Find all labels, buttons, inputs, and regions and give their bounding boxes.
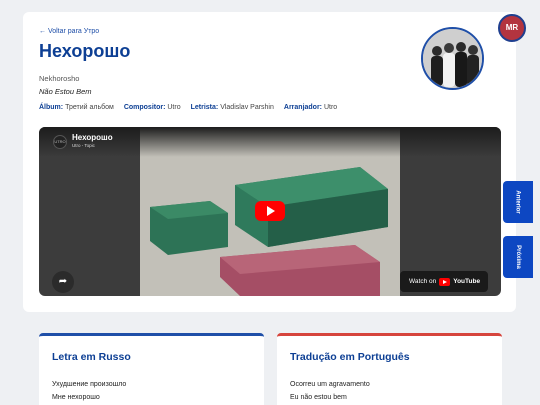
transliteration: Nekhorosho (39, 74, 80, 83)
band-avatar (421, 27, 484, 90)
watch-on-youtube-button[interactable]: Watch on YouTube (400, 271, 488, 292)
previous-button[interactable]: Anterior (503, 181, 533, 223)
song-title: Нехорошо (39, 41, 131, 61)
youtube-wordmark: YouTube (453, 278, 481, 285)
translation-line: Ocorreu um agravamento (290, 381, 370, 388)
channel-logo[interactable]: UTRO (53, 135, 67, 149)
video-channel: Utro - Topic (72, 143, 95, 148)
share-icon[interactable]: ➦ (52, 271, 74, 293)
back-link[interactable]: ← Voltar para Утро (39, 28, 99, 35)
next-label: Próxima (515, 245, 521, 269)
watch-on-label: Watch on (409, 278, 437, 285)
russian-lyrics-heading: Letra em Russo (52, 351, 131, 363)
portuguese-translation-card: Tradução em Português Ocorreu um agravam… (277, 333, 502, 405)
russian-lyrics-lines: Ухудшение произошло Мне нехорошо (52, 378, 126, 404)
portuguese-title: Não Estou Bem (39, 87, 92, 96)
video-title[interactable]: Нехорошо (72, 133, 113, 142)
portuguese-translation-lines: Ocorreu um agravamento Eu não estou bem (290, 378, 370, 404)
russian-lyrics-card: Letra em Russo Ухудшение произошло Мне н… (39, 333, 264, 405)
youtube-icon (439, 277, 451, 286)
meta-album: Álbum: Третий альбом (39, 104, 114, 111)
meta-lyricist: Letrista: Vladislav Parshin (190, 104, 274, 111)
lyric-line: Ухудшение произошло (52, 381, 127, 388)
meta-arranger: Arranjador: Utro (283, 104, 338, 111)
translation-line: Eu não estou bem (290, 394, 347, 401)
play-button[interactable] (255, 201, 285, 221)
user-avatar-button[interactable]: MR (498, 14, 526, 42)
song-meta: Álbum: Третий альбом Compositor: Utro Le… (39, 104, 337, 111)
previous-label: Anterior (515, 190, 521, 214)
next-button[interactable]: Próxima (503, 236, 533, 278)
player-header: UTRO Нехорошо Utro - Topic (39, 127, 501, 157)
meta-composer: Compositor: Utro (123, 104, 181, 111)
lyric-line: Мне нехорошо (52, 394, 100, 401)
portuguese-translation-heading: Tradução em Português (290, 351, 410, 363)
